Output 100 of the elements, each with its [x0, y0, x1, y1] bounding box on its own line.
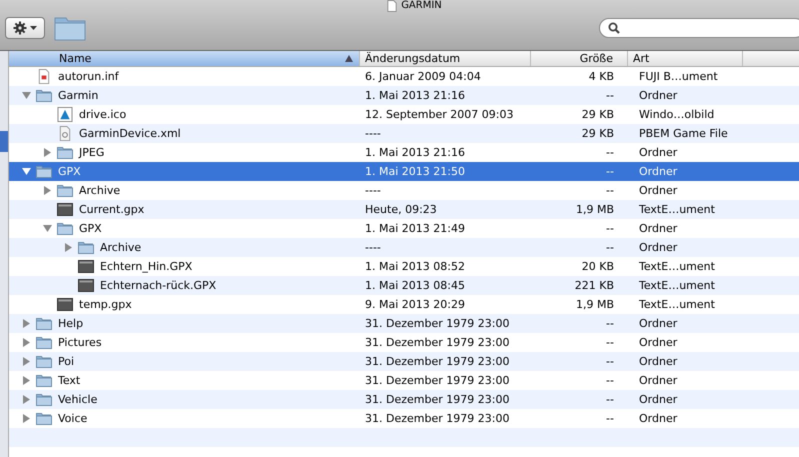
expand-triangle-icon[interactable] — [22, 338, 31, 347]
file-row[interactable]: Current.gpx Heute, 09:23 1,9 MB TextE…ument — [9, 200, 799, 219]
file-size: 20 KB — [582, 260, 614, 273]
file-size: -- — [606, 412, 614, 425]
file-icon — [57, 202, 73, 217]
modified-date: 31. Dezember 1979 23:00 — [365, 317, 510, 330]
file-name: Text — [58, 374, 80, 387]
file-row[interactable]: Help 31. Dezember 1979 23:00 -- Ordner — [9, 314, 799, 333]
file-name: GPX — [79, 222, 102, 235]
collapse-triangle-icon[interactable] — [22, 167, 31, 176]
expand-triangle-icon[interactable] — [22, 357, 31, 366]
file-kind: Ordner — [639, 355, 678, 368]
xml-file-icon — [57, 126, 73, 141]
folder-icon — [36, 392, 52, 407]
modified-date: 31. Dezember 1979 23:00 — [365, 393, 510, 406]
file-row[interactable]: GarminDevice.xml ---- 29 KB PBEM Game File — [9, 124, 799, 143]
file-kind: TextE…ument — [639, 203, 715, 216]
file-row[interactable]: GPX 1. Mai 2013 21:50 -- Ordner — [9, 162, 799, 181]
folder-icon[interactable] — [54, 15, 86, 41]
modified-date: 31. Dezember 1979 23:00 — [365, 336, 510, 349]
folder-icon — [78, 240, 94, 255]
folder-icon — [36, 373, 52, 388]
file-row[interactable]: Archive ---- -- Ordner — [9, 238, 799, 257]
window-title: GARMIN — [401, 0, 442, 12]
file-size: -- — [606, 374, 614, 387]
column-header[interactable]: Größe — [531, 51, 628, 66]
file-name: autorun.inf — [58, 70, 119, 83]
file-name: Garmin — [58, 89, 98, 102]
file-name: Echtern_Hin.GPX — [100, 260, 192, 273]
file-name: Voice — [58, 412, 88, 425]
file-size: -- — [606, 355, 614, 368]
file-size: -- — [606, 165, 614, 178]
file-name: Poi — [58, 355, 74, 368]
file-size: -- — [606, 336, 614, 349]
file-row[interactable]: Vehicle 31. Dezember 1979 23:00 -- Ordner — [9, 390, 799, 409]
file-kind: PBEM Game File — [639, 127, 728, 140]
file-size: -- — [606, 89, 614, 102]
file-size: -- — [606, 241, 614, 254]
file-size: 29 KB — [582, 108, 614, 121]
file-row[interactable]: Garmin 1. Mai 2013 21:16 -- Ordner — [9, 86, 799, 105]
gear-icon — [13, 21, 27, 35]
file-name: Help — [58, 317, 84, 330]
modified-date: 1. Mai 2013 21:16 — [365, 89, 465, 102]
search-field[interactable] — [599, 18, 799, 38]
collapse-triangle-icon[interactable] — [22, 91, 31, 100]
modified-date: 31. Dezember 1979 23:00 — [365, 412, 510, 425]
document-icon — [36, 69, 52, 84]
file-name: GarminDevice.xml — [79, 127, 181, 140]
modified-date: ---- — [365, 241, 381, 254]
folder-icon — [36, 411, 52, 426]
document-icon — [387, 0, 398, 12]
file-name: Archive — [79, 184, 120, 197]
modified-date: 1. Mai 2013 08:52 — [365, 260, 465, 273]
file-icon — [57, 297, 73, 312]
folder-icon — [36, 354, 52, 369]
file-kind: Ordner — [639, 412, 678, 425]
file-row[interactable]: Poi 31. Dezember 1979 23:00 -- Ordner — [9, 352, 799, 371]
file-size: -- — [606, 317, 614, 330]
file-kind: Ordner — [639, 89, 678, 102]
file-size: -- — [606, 393, 614, 406]
file-row[interactable]: Echternach-rück.GPX 1. Mai 2013 08:45 221 KB TextE…ument — [9, 276, 799, 295]
expand-triangle-icon[interactable] — [22, 376, 31, 385]
expand-triangle-icon[interactable] — [22, 414, 31, 423]
file-name: JPEG — [79, 146, 104, 159]
modified-date: 6. Januar 2009 04:04 — [365, 70, 481, 83]
file-kind: Ordner — [639, 317, 678, 330]
action-menu-button[interactable] — [5, 17, 45, 39]
modified-date: ---- — [365, 184, 381, 197]
file-kind: Ordner — [639, 374, 678, 387]
file-size: 1,9 MB — [576, 203, 614, 216]
file-size: -- — [606, 146, 614, 159]
file-kind: Ordner — [639, 146, 678, 159]
modified-date: 1. Mai 2013 21:49 — [365, 222, 465, 235]
expand-triangle-icon[interactable] — [22, 319, 31, 328]
file-name: Current.gpx — [79, 203, 144, 216]
folder-icon — [36, 164, 52, 179]
folder-icon — [36, 88, 52, 103]
modified-date: 1. Mai 2013 21:50 — [365, 165, 465, 178]
modified-date: 1. Mai 2013 08:45 — [365, 279, 465, 292]
modified-date: 9. Mai 2013 20:29 — [365, 298, 465, 311]
file-size: -- — [606, 184, 614, 197]
folder-icon — [57, 145, 73, 160]
file-kind: Windo…olbild — [639, 108, 714, 121]
file-kind: FUJI B…ument — [639, 70, 718, 83]
column-header[interactable]: Änderungsdatum — [360, 51, 531, 66]
file-size: 29 KB — [582, 127, 614, 140]
file-size: -- — [606, 222, 614, 235]
expand-triangle-icon[interactable] — [43, 186, 52, 195]
column-header[interactable]: Name — [9, 51, 360, 66]
caret-icon — [30, 26, 37, 30]
collapse-triangle-icon[interactable] — [43, 224, 52, 233]
expand-triangle-icon[interactable] — [43, 148, 52, 157]
file-kind: Ordner — [639, 222, 678, 235]
column-header[interactable]: Art — [628, 51, 743, 66]
expand-triangle-icon[interactable] — [64, 243, 73, 252]
file-size: 1,9 MB — [576, 298, 614, 311]
image-file-icon — [57, 107, 73, 122]
expand-triangle-icon[interactable] — [22, 395, 31, 404]
file-name: Pictures — [58, 336, 102, 349]
file-size: 221 KB — [574, 279, 614, 292]
